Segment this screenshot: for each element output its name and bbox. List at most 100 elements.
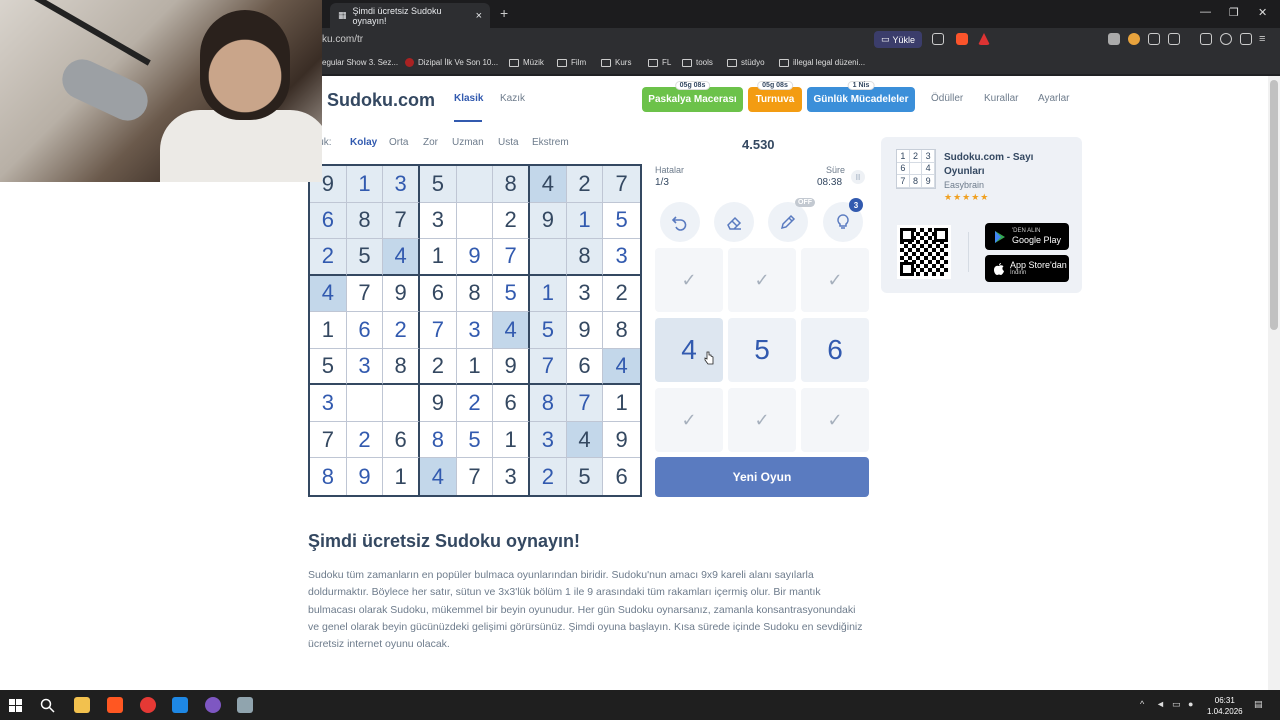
upload-button[interactable]: ▭ Yükle (874, 31, 922, 48)
sudoku-cell[interactable]: 1 (456, 348, 494, 386)
puzzle-icon[interactable] (1148, 33, 1160, 45)
sudoku-cell[interactable]: 9 (346, 458, 384, 495)
sudoku-cell[interactable]: 3 (383, 166, 420, 203)
undo-button[interactable] (660, 202, 700, 242)
new-tab-button[interactable]: + (500, 5, 508, 21)
difficulty-zor[interactable]: Zor (423, 137, 438, 148)
bookmark-item[interactable]: Film (557, 58, 586, 67)
sudoku-cell[interactable]: 8 (456, 275, 494, 313)
notes-button[interactable] (768, 202, 808, 242)
sudoku-cell[interactable]: 7 (603, 166, 640, 203)
sidebar-icon[interactable] (1200, 33, 1212, 45)
difficulty-kolay[interactable]: Kolay (350, 137, 377, 148)
sudoku-cell[interactable]: 1 (383, 458, 420, 495)
sudoku-cell[interactable]: 2 (420, 348, 457, 386)
sudoku-cell[interactable]: 7 (566, 385, 604, 422)
sudoku-cell[interactable]: 7 (310, 421, 347, 459)
sudoku-cell[interactable]: 4 (603, 348, 640, 386)
sudoku-cell[interactable]: 9 (530, 202, 567, 240)
numpad-button[interactable]: 4 (655, 318, 723, 382)
app-icon[interactable] (140, 697, 156, 713)
tab-close-icon[interactable]: × (476, 10, 482, 22)
sudoku-cell[interactable]: 5 (456, 421, 494, 459)
restore-button[interactable]: ❐ (1229, 6, 1239, 19)
numpad-completed-check-icon[interactable]: ✓ (801, 388, 869, 452)
difficulty-uzman[interactable]: Uzman (452, 137, 484, 148)
sudoku-cell[interactable]: 2 (310, 239, 347, 276)
sudoku-cell[interactable]: 2 (603, 275, 640, 313)
sudoku-cell[interactable]: 6 (346, 312, 384, 349)
brave-shield-icon[interactable] (956, 33, 968, 45)
bookmark-item[interactable]: egular Show 3. Sez... (322, 58, 398, 67)
sudoku-cell[interactable] (383, 385, 420, 422)
sudoku-cell[interactable]: 6 (420, 275, 457, 313)
volume-icon[interactable]: ◄ (1156, 699, 1165, 709)
sudoku-cell[interactable] (530, 239, 567, 276)
bookmark-item[interactable]: tools (682, 58, 713, 67)
app-icon[interactable] (237, 697, 253, 713)
sudoku-cell[interactable] (456, 202, 494, 240)
sudoku-cell[interactable]: 1 (530, 275, 567, 313)
sudoku-cell[interactable]: 4 (383, 239, 420, 276)
sudoku-cell[interactable]: 3 (456, 312, 494, 349)
difficulty-usta[interactable]: Usta (498, 137, 519, 148)
sudoku-cell[interactable] (456, 166, 494, 203)
wallet-icon[interactable] (1168, 33, 1180, 45)
sudoku-cell[interactable]: 4 (530, 166, 567, 203)
bookmark-item[interactable]: Kurs (601, 58, 631, 67)
sudoku-cell[interactable]: 9 (420, 385, 457, 422)
sudoku-cell[interactable]: 3 (603, 239, 640, 276)
sudoku-cell[interactable]: 2 (383, 312, 420, 349)
sudoku-cell[interactable]: 5 (566, 458, 604, 495)
sudoku-cell[interactable]: 3 (310, 385, 347, 422)
browser-tab[interactable]: ▦ Şimdi ücretsiz Sudoku oynayın! × (330, 3, 490, 28)
sudoku-cell[interactable]: 8 (530, 385, 567, 422)
steam-icon[interactable] (172, 697, 188, 713)
sudoku-cell[interactable]: 9 (603, 421, 640, 459)
sudoku-cell[interactable]: 4 (310, 275, 347, 313)
nav-link-settings[interactable]: Ayarlar (1038, 93, 1070, 104)
vpn-icon[interactable] (1240, 33, 1252, 45)
nav-link-awards[interactable]: Ödüller (931, 93, 963, 104)
app-icon[interactable] (205, 697, 221, 713)
nav-link-rules[interactable]: Kurallar (984, 93, 1018, 104)
sudoku-cell[interactable]: 5 (310, 348, 347, 386)
file-explorer-icon[interactable] (74, 697, 90, 713)
numpad-completed-check-icon[interactable]: ✓ (655, 388, 723, 452)
notification-icon[interactable]: ▤ (1254, 699, 1263, 710)
difficulty-ekstrem[interactable]: Ekstrem (532, 137, 569, 148)
cookie-icon[interactable] (1128, 33, 1140, 45)
pause-button[interactable]: II (851, 170, 865, 184)
sudoku-cell[interactable]: 8 (310, 458, 347, 495)
numpad-completed-check-icon[interactable]: ✓ (728, 248, 796, 312)
sudoku-cell[interactable]: 3 (530, 421, 567, 459)
share-icon[interactable] (932, 33, 944, 45)
sudoku-cell[interactable]: 1 (566, 202, 604, 240)
sudoku-cell[interactable]: 1 (346, 166, 384, 203)
bookmark-item[interactable]: Müzik (509, 58, 544, 67)
bookmark-item[interactable]: stüdyo (727, 58, 765, 67)
bookmark-item[interactable]: illegal legal düzeni... (779, 58, 865, 67)
sudoku-cell[interactable]: 6 (603, 458, 640, 495)
sudoku-cell[interactable]: 2 (456, 385, 494, 422)
sudoku-cell[interactable]: 8 (346, 202, 384, 240)
sudoku-cell[interactable]: 3 (566, 275, 604, 313)
sudoku-cell[interactable]: 2 (493, 202, 530, 240)
sudoku-cell[interactable]: 4 (566, 421, 604, 459)
sudoku-cell[interactable] (346, 385, 384, 422)
sudoku-cell[interactable]: 5 (603, 202, 640, 240)
sudoku-cell[interactable]: 3 (420, 202, 457, 240)
difficulty-orta[interactable]: Orta (389, 137, 408, 148)
numpad-button[interactable]: 6 (801, 318, 869, 382)
numpad-completed-check-icon[interactable]: ✓ (655, 248, 723, 312)
sudoku-cell[interactable]: 7 (420, 312, 457, 349)
bookmark-item[interactable]: Dizipal İlk Ve Son 10... (405, 58, 498, 67)
sudoku-cell[interactable]: 2 (530, 458, 567, 495)
sudoku-cell[interactable]: 7 (346, 275, 384, 313)
numpad-completed-check-icon[interactable]: ✓ (728, 388, 796, 452)
search-icon[interactable] (40, 698, 55, 713)
sudoku-cell[interactable]: 8 (566, 239, 604, 276)
sudoku-cell[interactable]: 2 (566, 166, 604, 203)
sudoku-cell[interactable]: 5 (530, 312, 567, 349)
sudoku-cell[interactable]: 3 (493, 458, 530, 495)
